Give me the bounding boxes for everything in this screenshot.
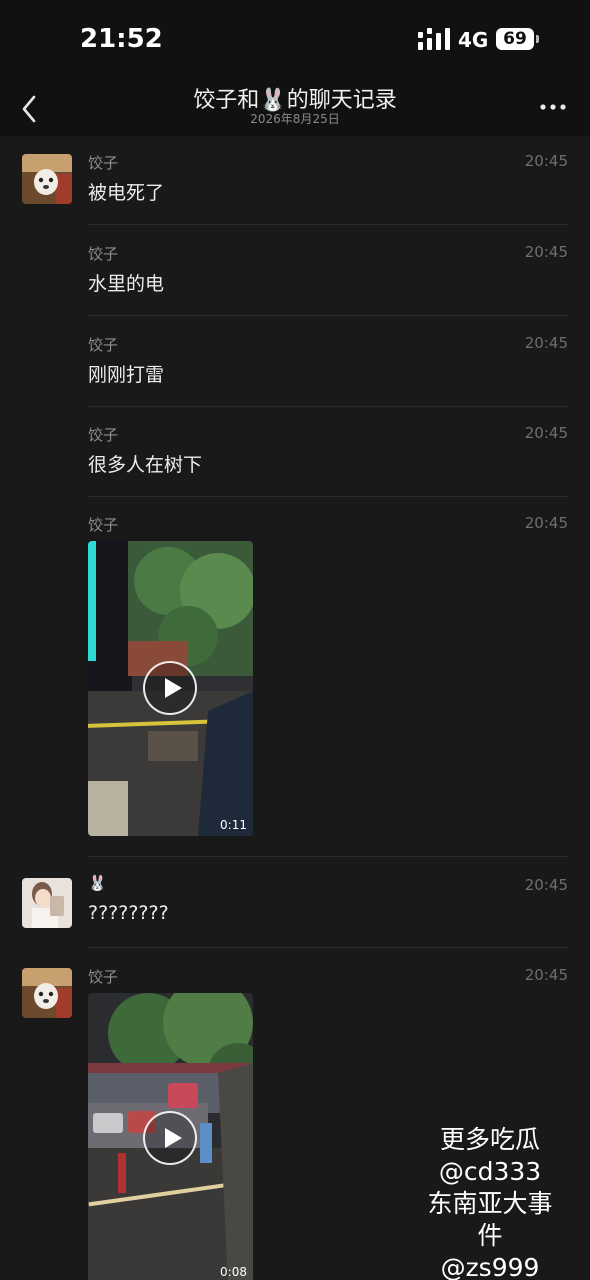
avatar-rabbit[interactable] [22, 878, 72, 928]
message-time: 20:45 [524, 243, 568, 261]
watermark-line: 东南亚大事件 [427, 1189, 553, 1250]
play-button[interactable] [143, 661, 197, 715]
chat-message: 饺子 20:45 被电死了 [0, 136, 590, 226]
page-subtitle: 2026年8月25日 [250, 112, 340, 126]
message-sender: 🐰 [88, 874, 107, 892]
video-duration: 0:11 [220, 818, 247, 832]
message-sender: 饺子 [88, 968, 119, 986]
message-text[interactable]: 很多人在树下 [88, 450, 202, 477]
chat-message: 饺子 20:45 0:11 [0, 497, 590, 858]
message-time: 20:45 [524, 966, 568, 984]
message-sender: 饺子 [88, 336, 119, 354]
video-message[interactable]: 0:11 [88, 541, 253, 836]
message-time: 20:45 [524, 152, 568, 170]
battery-tip [536, 35, 539, 43]
message-sender: 饺子 [88, 516, 119, 534]
signal-icon [418, 28, 450, 50]
status-bar: 21:52 4G 69 [0, 0, 590, 80]
divider [88, 856, 568, 857]
message-text[interactable]: 被电死了 [88, 178, 164, 205]
watermark-line: @zs999 [440, 1253, 540, 1280]
chat-message: 饺子 20:45 很多人在树下 [0, 407, 590, 497]
message-sender: 饺子 [88, 154, 119, 172]
more-icon [540, 104, 566, 110]
chat-history[interactable]: 饺子 20:45 被电死了 饺子 20:45 水里的电 饺子 20:45 刚刚打… [0, 136, 590, 1280]
message-sender: 饺子 [88, 426, 119, 444]
avatar-jiaozi[interactable] [22, 154, 72, 204]
play-button[interactable] [143, 1111, 197, 1165]
chat-message: 饺子 20:45 水里的电 [0, 226, 590, 317]
message-text[interactable]: 刚刚打雷 [88, 360, 164, 387]
chat-message: 🐰 20:45 ???????? [0, 858, 590, 948]
message-text[interactable]: ???????? [88, 902, 169, 924]
message-text[interactable]: 水里的电 [88, 269, 164, 296]
message-time: 20:45 [524, 876, 568, 894]
watermark-line: @cd333 [438, 1157, 542, 1186]
network-type: 4G [458, 28, 489, 52]
message-sender: 饺子 [88, 245, 119, 263]
watermark-line: 更多吃瓜 [439, 1125, 540, 1154]
avatar-jiaozi[interactable] [22, 968, 72, 1018]
divider [88, 224, 568, 225]
status-time: 21:52 [80, 24, 163, 54]
play-icon [165, 1128, 182, 1148]
divider [88, 315, 568, 316]
message-time: 20:45 [524, 424, 568, 442]
message-time: 20:45 [524, 334, 568, 352]
more-button[interactable] [536, 92, 570, 122]
play-icon [165, 678, 182, 698]
battery-indicator: 69 [496, 28, 534, 50]
nav-bar: 饺子和🐰的聊天记录 2026年8月25日 [0, 80, 590, 136]
chat-message: 饺子 20:45 刚刚打雷 [0, 317, 590, 407]
message-time: 20:45 [524, 514, 568, 532]
video-message[interactable]: 0:08 [88, 993, 253, 1280]
watermark: 更多吃瓜 @cd333 东南亚大事件 @zs999 [420, 1124, 560, 1280]
video-duration: 0:08 [220, 1265, 247, 1279]
